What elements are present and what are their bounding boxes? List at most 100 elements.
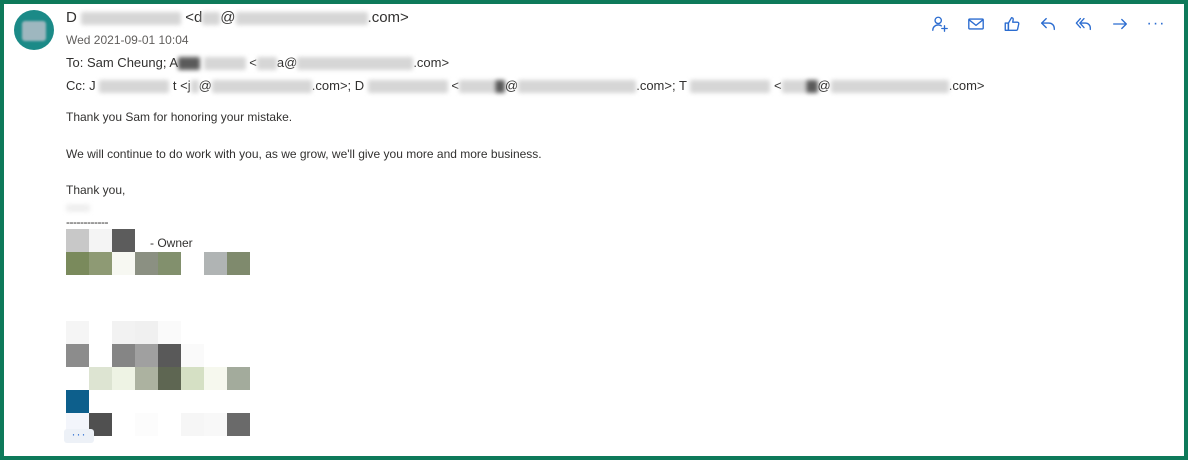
redacted-pixel	[66, 344, 89, 367]
sender-at: @	[220, 9, 236, 26]
redacted-pixel	[204, 275, 227, 298]
redacted-pixel	[181, 367, 204, 390]
redacted-pixel	[227, 413, 250, 436]
redacted-pixel	[204, 229, 227, 252]
redacted-pixel	[181, 390, 204, 413]
redacted-pixel	[158, 367, 181, 390]
to-email-open: <	[249, 55, 257, 70]
redacted-pixel	[227, 321, 250, 344]
redacted-pixel	[181, 321, 204, 344]
cc-at-2: @	[505, 78, 519, 93]
sender-email-end: .com>	[367, 9, 409, 26]
reply-all-icon[interactable]	[1072, 12, 1096, 36]
redacted-pixel	[204, 344, 227, 367]
redacted-pixel	[181, 344, 204, 367]
redacted-text	[495, 80, 506, 94]
redacted-pixel	[66, 367, 89, 390]
redacted-pixel	[89, 367, 112, 390]
redacted-pixel	[89, 275, 112, 298]
redacted-pixel	[227, 229, 250, 252]
redacted-text	[99, 80, 170, 94]
redacted-text	[211, 80, 312, 94]
redacted-pixel	[89, 321, 112, 344]
redacted-pixel	[204, 367, 227, 390]
redacted-pixel	[135, 413, 158, 436]
redacted-pixel	[181, 275, 204, 298]
redacted-pixel	[112, 413, 135, 436]
redacted-pixel	[112, 275, 135, 298]
redacted-text	[190, 80, 199, 94]
more-options-icon[interactable]: ···	[1144, 12, 1168, 36]
redacted-pixel	[158, 413, 181, 436]
redacted-pixel	[89, 390, 112, 413]
redacted-pixel	[135, 367, 158, 390]
to-recipient[interactable]: Sam Cheung; A	[87, 55, 178, 70]
redacted-pixel	[66, 252, 89, 275]
redacted-name	[66, 200, 96, 212]
redacted-pixel	[227, 252, 250, 275]
redacted-pixel	[66, 229, 89, 252]
mail-icon[interactable]	[964, 12, 988, 36]
redacted-text	[203, 57, 246, 71]
redacted-text	[178, 57, 201, 71]
cc-email-3-end: .com>	[948, 78, 985, 93]
redacted-pixel	[158, 344, 181, 367]
redacted-pixel	[204, 252, 227, 275]
redacted-pixel	[158, 275, 181, 298]
show-more-button[interactable]: ···	[64, 428, 94, 443]
redacted-pixel	[135, 275, 158, 298]
sender-name: D	[66, 9, 77, 26]
redacted-pixel	[66, 275, 89, 298]
like-icon[interactable]	[1000, 12, 1024, 36]
redacted-pixel	[135, 390, 158, 413]
cc-email-2-end[interactable]: .com>; T	[636, 78, 686, 93]
sender-email-open: <d	[185, 9, 203, 26]
redacted-pixel	[89, 229, 112, 252]
redacted-text	[830, 80, 949, 94]
to-email-mid: a@	[276, 55, 298, 70]
redacted-text	[690, 80, 771, 94]
redacted-pixel	[181, 252, 204, 275]
redacted-text	[805, 80, 818, 94]
cc-at-1: @	[198, 78, 212, 93]
person-add-icon[interactable]	[928, 12, 952, 36]
cc-email-1-open: t <j	[172, 78, 191, 93]
redacted-pixel	[204, 413, 227, 436]
redacted-pixel	[227, 367, 250, 390]
redacted-pixel	[181, 413, 204, 436]
redacted-pixel	[135, 344, 158, 367]
message-line-2: We will continue to do work with you, as…	[66, 147, 542, 161]
redacted-pixel	[66, 321, 89, 344]
to-email-end: .com>	[413, 55, 450, 70]
cc-at-3: @	[817, 78, 831, 93]
cc-email-1-end[interactable]: .com>; D	[312, 78, 364, 93]
redacted-pixel	[204, 390, 227, 413]
redacted-text	[202, 11, 221, 25]
sent-date: Wed 2021-09-01 10:04	[66, 33, 189, 47]
signature-redacted-block	[66, 229, 266, 436]
redacted-text	[781, 80, 806, 94]
cc-email-2-open: <	[451, 78, 460, 93]
cc-line: Cc: J t <j @ .com>; D < @ .com>; T < @ .com>	[66, 78, 985, 94]
redacted-text	[66, 203, 90, 212]
reply-icon[interactable]	[1036, 12, 1060, 36]
message-line-1: Thank you Sam for honoring your mistake.	[66, 110, 293, 124]
redacted-pixel	[158, 252, 181, 275]
message-line-3: Thank you,	[66, 183, 126, 197]
cc-recipient-1[interactable]: J	[89, 78, 96, 93]
redacted-text	[81, 11, 182, 25]
redacted-pixel	[158, 321, 181, 344]
redacted-pixel	[66, 390, 89, 413]
redacted-text	[367, 80, 448, 94]
redacted-pixel	[135, 321, 158, 344]
sender-avatar[interactable]	[14, 10, 54, 50]
sender-line[interactable]: D <d @ .com>	[66, 9, 409, 26]
redacted-text	[256, 57, 277, 71]
cc-label: Cc:	[66, 78, 86, 93]
message-toolbar: ···	[928, 12, 1168, 36]
redacted-pixel	[227, 344, 250, 367]
redacted-pixel	[112, 390, 135, 413]
redacted-pixel	[204, 321, 227, 344]
forward-icon[interactable]	[1108, 12, 1132, 36]
signature-owner-label: - Owner	[150, 236, 193, 250]
